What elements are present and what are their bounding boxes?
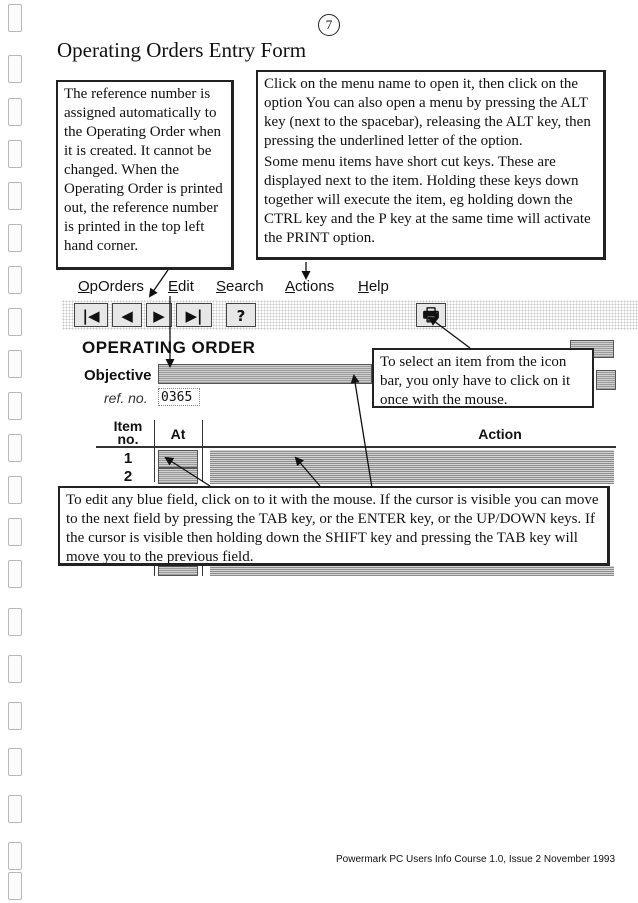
at-field[interactable] bbox=[158, 468, 198, 484]
binder-hole bbox=[8, 392, 22, 420]
menu-accelerator: A bbox=[285, 278, 296, 295]
binder-hole bbox=[8, 55, 22, 83]
binder-hole bbox=[8, 795, 22, 823]
action-field[interactable] bbox=[210, 566, 614, 576]
row-item-number: 2 bbox=[123, 468, 133, 485]
menu-accelerator: S bbox=[216, 278, 227, 295]
first-record-icon[interactable]: |◀ bbox=[74, 303, 108, 327]
binder-hole bbox=[8, 224, 22, 252]
menu-help[interactable]: Help bbox=[358, 278, 389, 295]
column-divider bbox=[154, 420, 155, 482]
ref-no-label: ref. no. bbox=[104, 390, 148, 406]
binder-hole bbox=[8, 4, 22, 32]
menu-note-paragraph-1: Click on the menu name to open it, then … bbox=[264, 76, 591, 149]
column-header-item: Item no. bbox=[113, 418, 143, 447]
column-divider bbox=[202, 566, 203, 576]
objective-field[interactable] bbox=[158, 364, 372, 384]
menu-label: earch bbox=[226, 278, 264, 295]
menu-accelerator: E bbox=[168, 278, 179, 295]
icon-bar-note-text: To select an item from the icon bar, you… bbox=[380, 354, 571, 408]
previous-record-icon[interactable]: ◀ bbox=[112, 303, 142, 327]
printer-icon[interactable]: 🖶 bbox=[416, 303, 446, 327]
page-title: Operating Orders Entry Form bbox=[57, 38, 307, 62]
reference-number-note: The reference number is assigned automat… bbox=[56, 80, 234, 270]
menubar: OpOrders Edit Search Actions Help bbox=[78, 278, 638, 300]
row-item-number: 1 bbox=[123, 450, 133, 467]
binder-hole bbox=[8, 266, 22, 294]
column-divider bbox=[154, 566, 155, 576]
help-icon[interactable]: ? bbox=[226, 303, 256, 327]
at-field[interactable] bbox=[158, 450, 198, 468]
column-header-at: At bbox=[170, 426, 186, 442]
form-title: OPERATING ORDER bbox=[82, 338, 256, 357]
binder-hole bbox=[8, 308, 22, 336]
footer-text: Powermark PC Users Info Course 1.0, Issu… bbox=[336, 854, 616, 865]
menu-label: dit bbox=[178, 278, 194, 295]
action-field[interactable] bbox=[210, 468, 614, 484]
binder-hole bbox=[8, 434, 22, 462]
at-field[interactable] bbox=[158, 566, 198, 576]
binder-hole bbox=[8, 182, 22, 210]
binder-hole bbox=[8, 608, 22, 636]
binder-hole bbox=[8, 702, 22, 730]
page-number: 7 bbox=[318, 14, 340, 36]
binder-hole bbox=[8, 140, 22, 168]
menu-actions[interactable]: Actions bbox=[285, 278, 334, 295]
action-field[interactable] bbox=[210, 450, 614, 468]
binder-holes bbox=[8, 0, 28, 903]
menu-accelerator: O bbox=[78, 278, 90, 295]
menu-label: pOrders bbox=[89, 278, 144, 295]
binder-hole bbox=[8, 476, 22, 504]
binder-hole bbox=[8, 872, 22, 900]
edit-field-note: To edit any blue field, click on to it w… bbox=[58, 486, 610, 566]
objective-label: Objective bbox=[84, 367, 152, 384]
menu-usage-note: Click on the menu name to open it, then … bbox=[256, 70, 606, 260]
icon-toolbar: |◀ ◀ ▶ ▶| ? 🖶 bbox=[62, 300, 638, 330]
menu-edit[interactable]: Edit bbox=[168, 278, 194, 295]
edit-note-text: To edit any blue field, click on to it w… bbox=[66, 492, 599, 565]
column-divider bbox=[202, 420, 203, 482]
binder-hole bbox=[8, 842, 22, 870]
reference-note-text: The reference number is assigned automat… bbox=[64, 86, 223, 254]
menu-label: ctions bbox=[295, 278, 335, 295]
menu-accelerator: H bbox=[358, 278, 369, 295]
icon-bar-note: To select an item from the icon bar, you… bbox=[372, 348, 594, 408]
side-shaded-field bbox=[596, 370, 616, 390]
menu-label: elp bbox=[368, 278, 389, 295]
ref-no-value: 0365 bbox=[158, 388, 200, 406]
binder-hole bbox=[8, 350, 22, 378]
menu-note-paragraph-2: Some menu items have short cut keys. The… bbox=[264, 154, 591, 246]
binder-hole bbox=[8, 98, 22, 126]
binder-hole bbox=[8, 748, 22, 776]
next-record-icon[interactable]: ▶ bbox=[146, 303, 172, 327]
binder-hole bbox=[8, 655, 22, 683]
last-record-icon[interactable]: ▶| bbox=[176, 303, 212, 327]
binder-hole bbox=[8, 560, 22, 588]
column-header-action: Action bbox=[478, 426, 522, 442]
menu-oporders[interactable]: OpOrders bbox=[78, 278, 144, 295]
menu-search[interactable]: Search bbox=[216, 278, 264, 295]
table-header-rule bbox=[96, 446, 616, 448]
binder-hole bbox=[8, 518, 22, 546]
